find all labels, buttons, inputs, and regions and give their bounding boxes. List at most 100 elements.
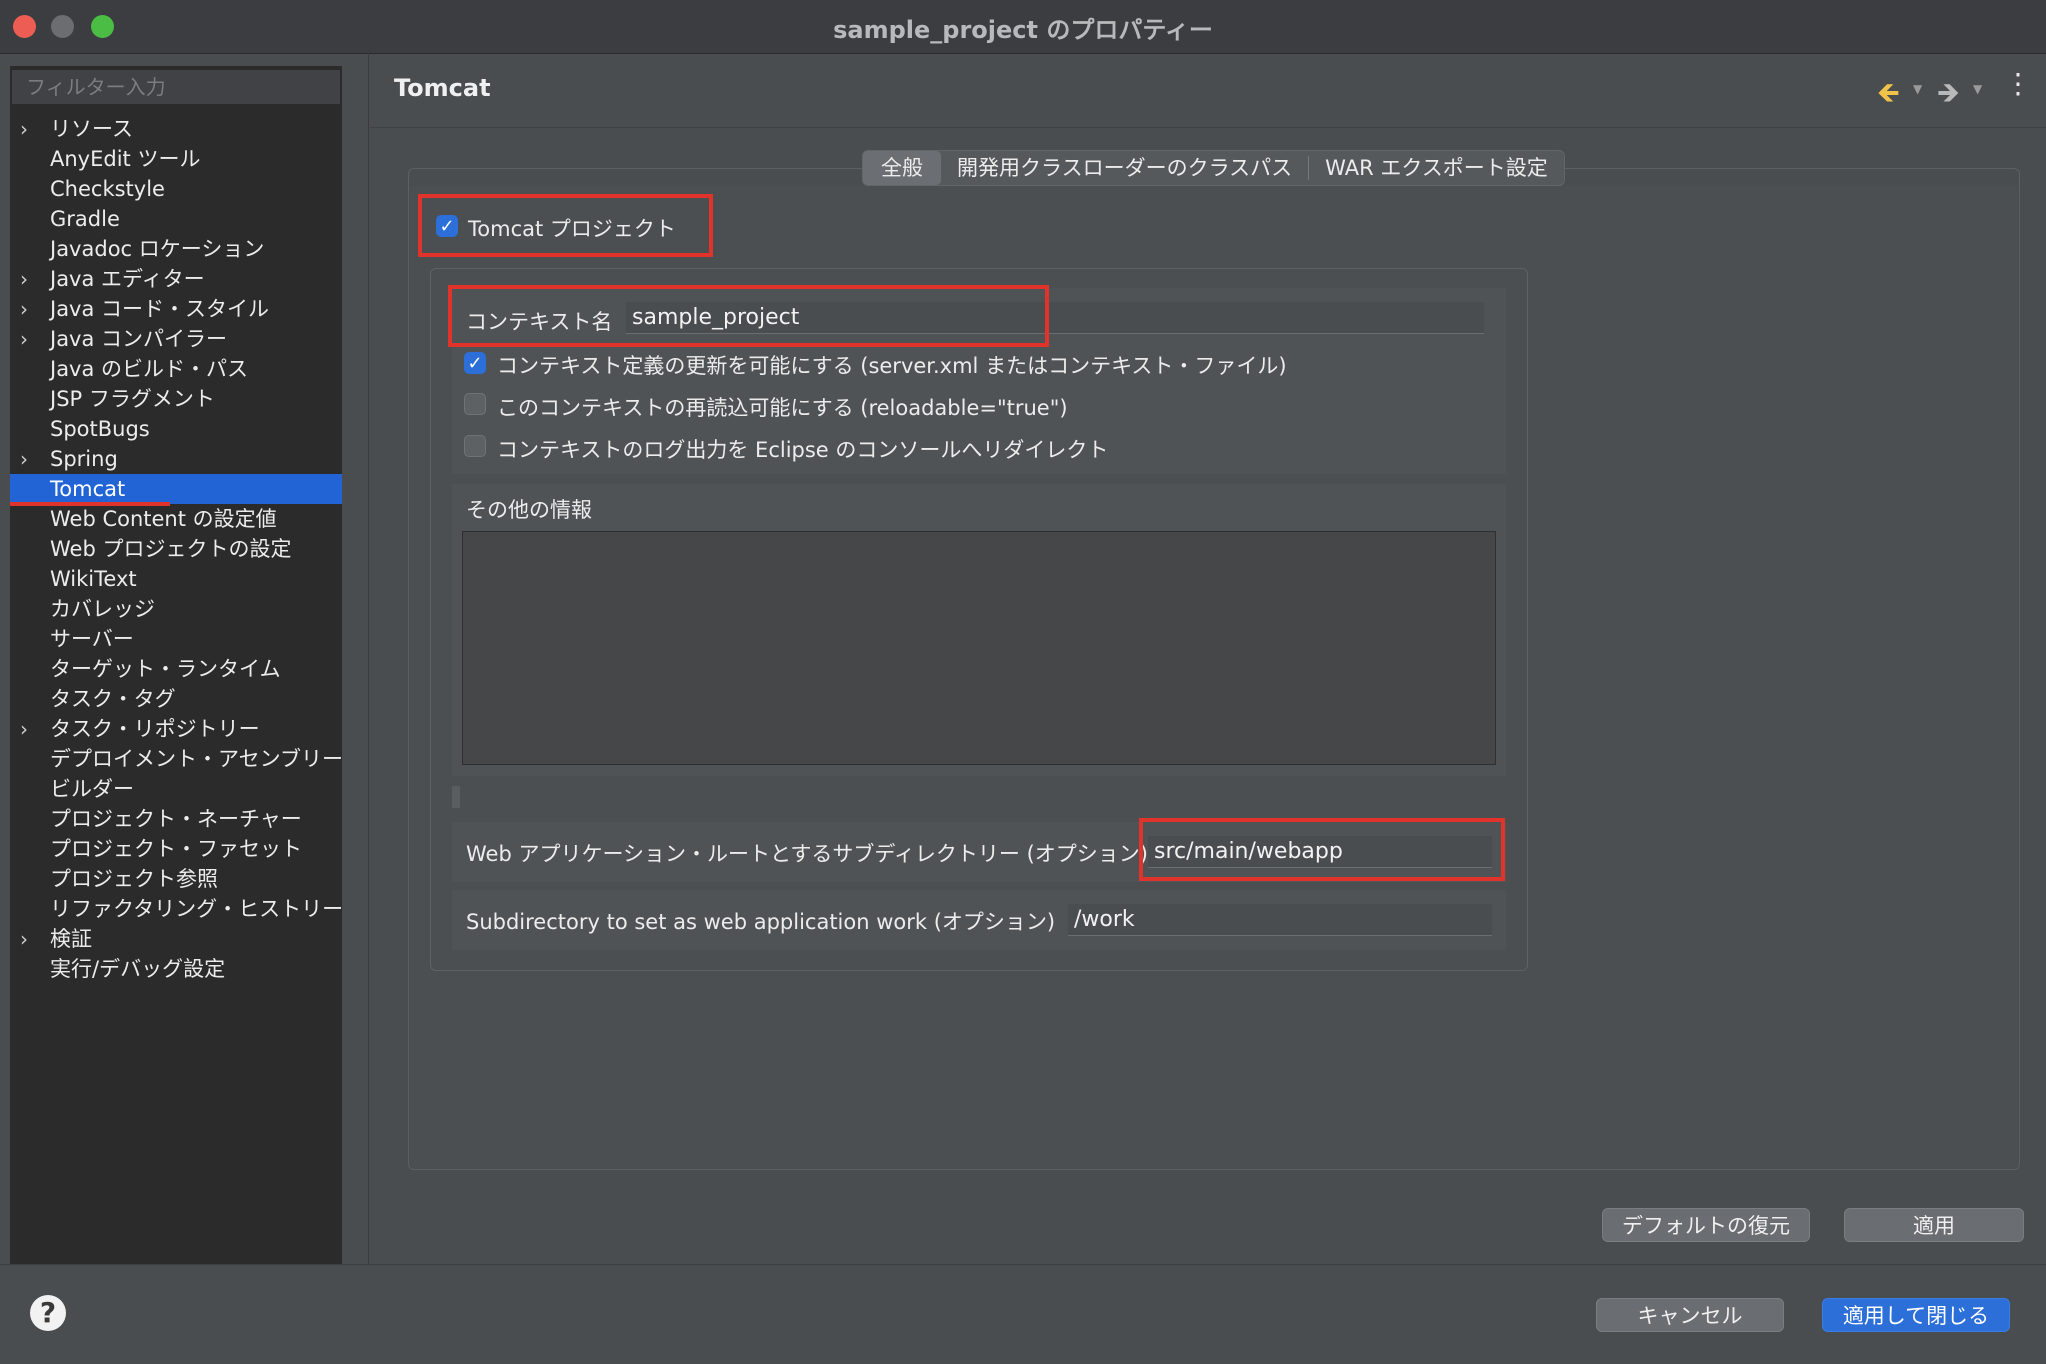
sidebar-item[interactable]: JSP フラグメント	[10, 384, 342, 414]
vertical-dots-icon[interactable]: ⋮	[2004, 70, 2032, 98]
sidebar-item[interactable]: › 検証	[10, 924, 342, 954]
sidebar-item-label: Java エディター	[50, 267, 205, 291]
sidebar-item[interactable]: › Java コード・スタイル	[10, 294, 342, 324]
sidebar-item[interactable]: リファクタリング・ヒストリー	[10, 894, 344, 924]
sidebar-item-label: カバレッジ	[50, 597, 155, 621]
tab-war-export-settings[interactable]: WAR エクスポート設定	[1309, 151, 1564, 185]
chevron-right-icon[interactable]: ›	[20, 924, 36, 954]
chevron-down-icon[interactable]: ▼	[1913, 82, 1922, 96]
sidebar-item[interactable]: プロジェクト参照	[10, 864, 342, 894]
sidebar-item-label: JSP フラグメント	[50, 387, 215, 411]
sidebar-item-label: Spring	[50, 447, 118, 471]
reloadable-checkbox[interactable]	[464, 393, 486, 415]
sidebar-item-label: サーバー	[50, 627, 134, 651]
property-tree: › リソース AnyEdit ツール Checkstyle Gradle Javadoc …	[10, 114, 344, 984]
sidebar-item[interactable]: WikiText	[10, 564, 342, 594]
sidebar-item-label: Java のビルド・パス	[50, 357, 249, 381]
sidebar-item-label: Checkstyle	[50, 177, 165, 201]
sidebar-item-label: リファクタリング・ヒストリー	[50, 897, 344, 921]
highlight-box	[418, 194, 713, 257]
sidebar-item-label: Javadoc ロケーション	[50, 237, 265, 261]
separator-strip	[452, 786, 460, 808]
sidebar-item-label: ターゲット・ランタイム	[50, 657, 281, 681]
other-info-label: その他の情報	[466, 498, 592, 522]
sidebar-item[interactable]: › Spring	[10, 444, 342, 474]
sidebar-item[interactable]: AnyEdit ツール	[10, 144, 342, 174]
webapp-root-label: Web アプリケーション・ルートとするサブディレクトリー (オプション)	[466, 842, 1148, 866]
sidebar-item-label: Tomcat	[50, 477, 126, 501]
sidebar-item-label: SpotBugs	[50, 417, 150, 441]
sidebar-item-label: タスク・リポジトリー	[50, 717, 260, 741]
chevron-down-icon[interactable]: ▼	[1973, 82, 1982, 96]
sidebar-item[interactable]: 実行/デバッグ設定	[10, 954, 342, 984]
sidebar-item[interactable]: ビルダー	[10, 774, 342, 804]
sidebar-item[interactable]: SpotBugs	[10, 414, 342, 444]
sidebar-item[interactable]: デプロイメント・アセンブリー	[10, 744, 343, 774]
enable-context-update-label: コンテキスト定義の更新を可能にする (server.xml またはコンテキスト・…	[497, 354, 1287, 378]
cancel-button[interactable]: キャンセル	[1596, 1298, 1784, 1332]
sidebar-item-label: デプロイメント・アセンブリー	[50, 747, 343, 771]
sidebar-item[interactable]: Checkstyle	[10, 174, 342, 204]
redirect-log-checkbox[interactable]	[464, 435, 486, 457]
sidebar-item[interactable]: Javadoc ロケーション	[10, 234, 342, 264]
tab-dev-classloader-classpath[interactable]: 開発用クラスローダーのクラスパス	[941, 151, 1308, 185]
sidebar-item[interactable]: › リソース	[10, 114, 342, 144]
sidebar-item[interactable]: › Java コンパイラー	[10, 324, 342, 354]
sidebar-item-label: AnyEdit ツール	[50, 147, 201, 171]
sidebar-item[interactable]: タスク・タグ	[10, 684, 342, 714]
sidebar-item-label: プロジェクト・ネーチャー	[50, 807, 302, 831]
restore-defaults-button[interactable]: デフォルトの復元	[1602, 1208, 1810, 1242]
sidebar-item[interactable]: › タスク・リポジトリー	[10, 714, 342, 744]
sidebar-item-label: タスク・タグ	[50, 687, 176, 711]
highlight-box	[1139, 818, 1505, 881]
work-dir-label: Subdirectory to set as web application w…	[466, 910, 1056, 934]
chevron-right-icon[interactable]: ›	[20, 264, 36, 294]
page-title: Tomcat	[394, 74, 491, 102]
work-dir-field[interactable]: /work	[1068, 904, 1492, 936]
sidebar-item-label: WikiText	[50, 567, 137, 591]
sidebar-item-label: 検証	[50, 927, 92, 951]
chevron-right-icon[interactable]: ›	[20, 444, 36, 474]
enable-context-update-checkbox[interactable]: ✓	[464, 352, 486, 374]
footer-divider	[0, 1264, 2046, 1265]
chevron-right-icon[interactable]: ›	[20, 114, 36, 144]
sidebar-item[interactable]: サーバー	[10, 624, 342, 654]
reloadable-label: このコンテキストの再読込可能にする (reloadable="true")	[497, 396, 1068, 420]
sidebar-item[interactable]: プロジェクト・ネーチャー	[10, 804, 342, 834]
sidebar-item-label: Web プロジェクトの設定	[50, 537, 292, 561]
sidebar-item[interactable]: プロジェクト・ファセット	[10, 834, 342, 864]
sidebar-item-label: 実行/デバッグ設定	[50, 957, 226, 981]
sidebar-item[interactable]: › Java エディター	[10, 264, 342, 294]
other-info-textarea[interactable]	[462, 531, 1496, 765]
sidebar: › リソース AnyEdit ツール Checkstyle Gradle Javadoc …	[10, 66, 344, 1264]
sidebar-item[interactable]: Java のビルド・パス	[10, 354, 342, 384]
arrow-left-icon[interactable]: 🡸	[1877, 72, 1900, 120]
tab-general[interactable]: 全般	[863, 151, 941, 185]
sidebar-item-label: Java コンパイラー	[50, 327, 228, 351]
sidebar-item[interactable]: Gradle	[10, 204, 342, 234]
window-title: sample_project のプロパティー	[833, 16, 1213, 44]
chevron-right-icon[interactable]: ›	[20, 294, 36, 324]
help-icon[interactable]: ?	[30, 1295, 66, 1331]
sidebar-item[interactable]: ターゲット・ランタイム	[10, 654, 342, 684]
chevron-right-icon[interactable]: ›	[20, 714, 36, 744]
sidebar-item[interactable]: Web Content の設定値	[10, 504, 342, 534]
sidebar-item-label: プロジェクト参照	[50, 867, 218, 891]
sidebar-item-label: Java コード・スタイル	[50, 297, 270, 321]
redirect-log-label: コンテキストのログ出力を Eclipse のコンソールへリダイレクト	[497, 438, 1109, 462]
apply-button[interactable]: 適用	[1844, 1208, 2024, 1242]
sidebar-item-label: ビルダー	[50, 777, 134, 801]
sidebar-divider	[368, 53, 369, 1264]
tab-bar: 全般 開発用クラスローダーのクラスパス WAR エクスポート設定	[862, 150, 1565, 186]
sidebar-item-label: リソース	[50, 117, 133, 141]
chevron-right-icon[interactable]: ›	[20, 324, 36, 354]
apply-and-close-button[interactable]: 適用して閉じる	[1822, 1298, 2010, 1332]
title-bar: sample_project のプロパティー	[0, 0, 2046, 54]
sidebar-item-label: Gradle	[50, 207, 120, 231]
sidebar-item[interactable]: Tomcat	[10, 474, 342, 506]
sidebar-item-label: プロジェクト・ファセット	[50, 837, 302, 861]
arrow-right-icon[interactable]: 🡺	[1937, 72, 1960, 120]
sidebar-item[interactable]: Web プロジェクトの設定	[10, 534, 342, 564]
sidebar-item[interactable]: カバレッジ	[10, 594, 342, 624]
filter-input[interactable]	[12, 70, 340, 104]
